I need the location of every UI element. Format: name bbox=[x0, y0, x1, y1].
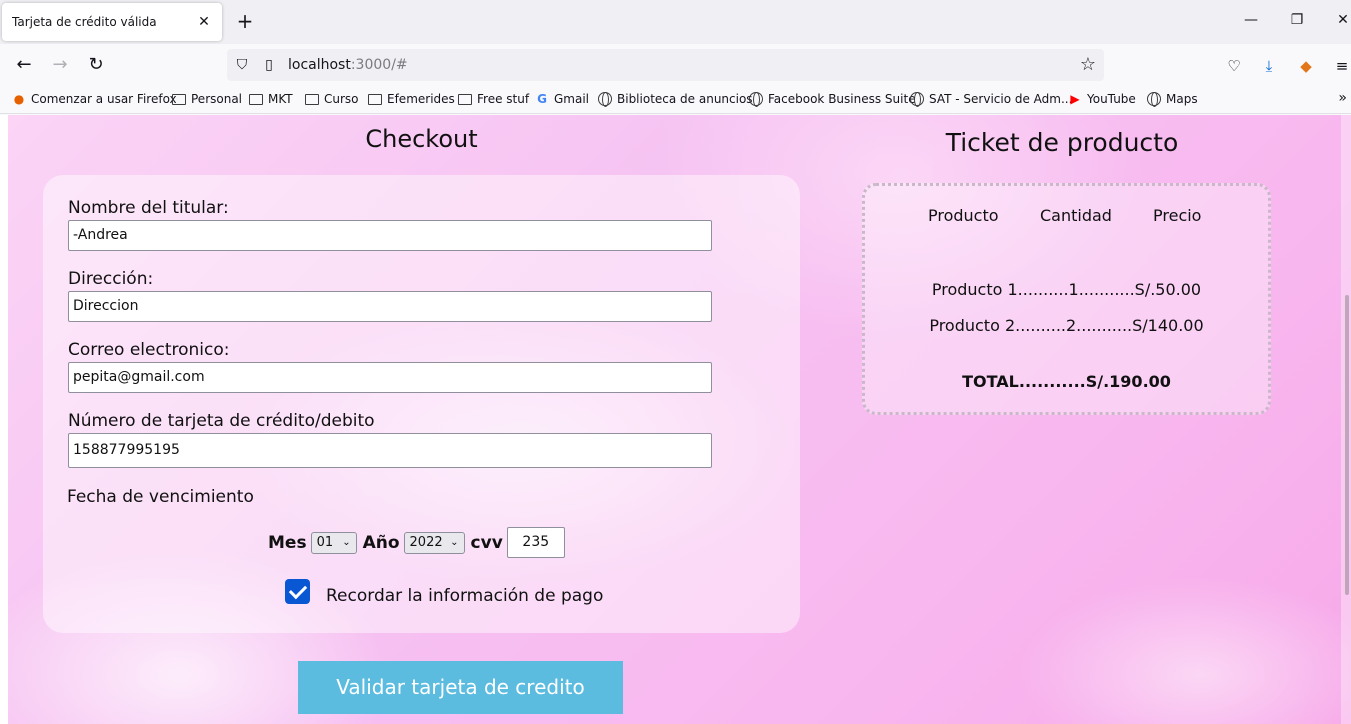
url-text[interactable]: localhost:3000/# bbox=[288, 57, 408, 73]
bookmark-item[interactable]: Facebook Business Suite bbox=[749, 92, 916, 107]
scrollbar[interactable] bbox=[1341, 115, 1351, 724]
bookmark-item[interactable]: MKT bbox=[249, 92, 293, 106]
page-content: Checkout Nombre del titular: -Andrea Dir… bbox=[0, 115, 1351, 724]
menu-icon[interactable]: ≡ bbox=[1332, 56, 1351, 76]
validate-card-button[interactable]: Validar tarjeta de credito bbox=[298, 661, 623, 714]
bookmark-item[interactable]: Free stuf bbox=[458, 92, 529, 106]
nav-bar: ← → ↻ ⛉ ▯ localhost:3000/# ☆ ♡ ⤓ ◆ ≡ bbox=[0, 44, 1351, 86]
page-icon[interactable]: ▯ bbox=[260, 56, 278, 74]
remember-checkbox[interactable] bbox=[285, 579, 310, 604]
bookmarks-bar: ● Comenzar a usar Firefox Personal MKT C… bbox=[0, 86, 1351, 114]
expiry-label: Fecha de vencimiento bbox=[67, 487, 254, 507]
bookmark-label: Personal bbox=[191, 92, 243, 106]
ticket-row: Producto 1..........1...........S/.50.00 bbox=[931, 280, 1202, 299]
page-edge bbox=[0, 115, 8, 724]
browser-tab[interactable]: Tarjeta de crédito válida ✕ bbox=[2, 3, 222, 41]
url-host: localhost bbox=[288, 57, 351, 73]
ticket-header-price: Precio bbox=[1153, 206, 1202, 225]
shield-icon[interactable]: ⛉ bbox=[233, 56, 251, 74]
bookmark-item[interactable]: G Gmail bbox=[535, 92, 589, 106]
remember-label: Recordar la información de pago bbox=[326, 586, 604, 606]
globe-icon bbox=[749, 92, 763, 107]
chevron-down-icon: ⌄ bbox=[342, 537, 351, 548]
email-input[interactable]: pepita@gmail.com bbox=[68, 362, 712, 393]
close-window-icon[interactable]: ✕ bbox=[1333, 12, 1351, 28]
ticket-row: Producto 2..........2...........S/140.00 bbox=[929, 316, 1204, 335]
bookmark-label: YouTube bbox=[1087, 92, 1136, 106]
cvv-input[interactable]: 235 bbox=[506, 527, 565, 558]
bookmark-label: Facebook Business Suite bbox=[768, 92, 916, 106]
bookmark-label: Gmail bbox=[554, 92, 590, 106]
bookmark-label: Maps bbox=[1166, 92, 1198, 106]
more-bookmarks-icon[interactable]: » bbox=[1338, 90, 1347, 106]
ticket-header-product: Producto bbox=[928, 206, 999, 225]
youtube-icon: ▶ bbox=[1070, 92, 1080, 106]
google-icon: G bbox=[537, 92, 547, 106]
month-label: Mes bbox=[268, 532, 307, 553]
bookmark-label: Curso bbox=[324, 92, 359, 106]
bookmark-label: Efemerides bbox=[387, 92, 455, 106]
ticket-header-quantity: Cantidad bbox=[1040, 206, 1112, 225]
bookmark-label: Free stuf bbox=[477, 92, 530, 106]
year-label: Año bbox=[362, 532, 400, 553]
name-label: Nombre del titular: bbox=[68, 198, 229, 218]
tab-title: Tarjeta de crédito válida bbox=[12, 15, 157, 29]
card-number-label: Número de tarjeta de crédito/debito bbox=[68, 411, 375, 431]
restore-icon[interactable]: ❐ bbox=[1287, 12, 1307, 28]
globe-icon bbox=[1147, 92, 1161, 107]
folder-icon bbox=[172, 93, 186, 105]
bookmark-item[interactable]: Curso bbox=[305, 92, 359, 106]
bookmark-item[interactable]: Personal bbox=[172, 92, 242, 106]
folder-icon bbox=[458, 93, 472, 105]
bookmark-item[interactable]: SAT - Servicio de Adm... bbox=[910, 92, 1073, 107]
scrollbar-thumb[interactable] bbox=[1345, 295, 1349, 595]
globe-icon bbox=[910, 92, 924, 107]
folder-icon bbox=[305, 93, 319, 105]
ticket-total: TOTAL...........S/.190.00 bbox=[962, 372, 1171, 391]
firefox-icon: ● bbox=[13, 92, 25, 106]
chevron-down-icon: ⌄ bbox=[450, 537, 459, 548]
url-bar[interactable]: ⛉ ▯ localhost:3000/# ☆ bbox=[227, 49, 1104, 81]
pocket-icon[interactable]: ♡ bbox=[1224, 56, 1244, 76]
new-tab-icon[interactable]: + bbox=[235, 10, 255, 32]
email-label: Correo electronico: bbox=[68, 340, 230, 360]
bookmark-item[interactable]: Maps bbox=[1147, 92, 1198, 107]
bookmark-item[interactable]: Efemerides bbox=[368, 92, 455, 106]
address-input[interactable]: Direccion bbox=[68, 291, 712, 322]
name-input[interactable]: -Andrea bbox=[68, 220, 712, 251]
bookmark-item[interactable]: ● Comenzar a usar Firefox bbox=[12, 92, 177, 106]
bookmark-item[interactable]: Biblioteca de anuncios bbox=[598, 92, 753, 107]
bookmark-label: MKT bbox=[268, 92, 293, 106]
bookmark-star-icon[interactable]: ☆ bbox=[1080, 54, 1096, 75]
bookmark-label: Biblioteca de anuncios bbox=[617, 92, 753, 106]
bookmark-item[interactable]: ▶ YouTube bbox=[1068, 92, 1136, 106]
year-select[interactable]: 2022 ⌄ bbox=[403, 531, 465, 554]
checkout-title: Checkout bbox=[365, 125, 478, 153]
folder-icon bbox=[249, 93, 263, 105]
card-number-input[interactable]: 158877995195 bbox=[68, 433, 712, 468]
bookmark-label: SAT - Servicio de Adm... bbox=[929, 92, 1073, 106]
year-value: 2022 bbox=[409, 535, 443, 550]
back-icon[interactable]: ← bbox=[12, 54, 36, 78]
address-label: Dirección: bbox=[68, 269, 154, 289]
expiry-row: Mes 01 ⌄ Año 2022 ⌄ cvv 235 bbox=[268, 527, 565, 558]
url-path: :3000/# bbox=[350, 57, 408, 73]
month-value: 01 bbox=[316, 535, 334, 550]
close-tab-icon[interactable]: ✕ bbox=[196, 14, 212, 30]
month-select[interactable]: 01 ⌄ bbox=[310, 531, 357, 554]
metamask-icon[interactable]: ◆ bbox=[1296, 56, 1316, 76]
reload-icon[interactable]: ↻ bbox=[84, 54, 108, 78]
download-icon[interactable]: ⤓ bbox=[1259, 56, 1279, 76]
forward-icon[interactable]: → bbox=[48, 54, 72, 78]
folder-icon bbox=[368, 93, 382, 105]
tab-bar: Tarjeta de crédito válida ✕ + — ❐ ✕ bbox=[0, 0, 1351, 44]
globe-icon bbox=[598, 92, 612, 107]
minimize-icon[interactable]: — bbox=[1241, 12, 1261, 28]
cvv-label: cvv bbox=[470, 532, 503, 553]
ticket-title: Ticket de producto bbox=[945, 128, 1179, 157]
bookmark-label: Comenzar a usar Firefox bbox=[31, 92, 177, 106]
